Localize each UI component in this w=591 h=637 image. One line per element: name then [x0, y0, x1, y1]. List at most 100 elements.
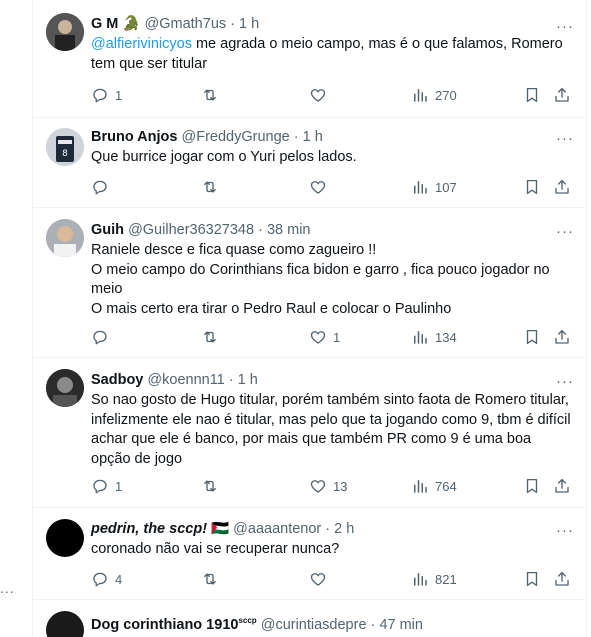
retweet-icon [204, 331, 216, 343]
name-suffix: sccp [238, 616, 257, 625]
view-count: 107 [435, 179, 457, 195]
share-button[interactable] [553, 177, 571, 197]
tweet-actions: 107 [91, 177, 576, 197]
retweet-button[interactable] [201, 85, 225, 105]
display-name[interactable]: Dog corinthiano 1910 [91, 617, 238, 633]
views-chart-icon [414, 331, 427, 344]
reply-icon [93, 572, 107, 587]
bookmark-button[interactable] [523, 177, 541, 197]
bookmark-button[interactable] [523, 569, 541, 589]
share-button[interactable] [553, 569, 571, 589]
svg-text:8: 8 [62, 149, 68, 159]
retweet-icon [204, 480, 216, 492]
retweet-button[interactable] [201, 476, 225, 496]
timestamp[interactable]: 38 min [267, 222, 311, 238]
share-icon [555, 571, 569, 586]
like-button[interactable] [309, 177, 333, 197]
avatar-photo [46, 369, 84, 407]
handle[interactable]: @aaaantenor [233, 521, 321, 537]
timestamp[interactable]: 1 h [238, 372, 258, 388]
more-options-icon[interactable]: ··· [556, 523, 574, 538]
reply-button[interactable] [91, 177, 115, 197]
like-button[interactable]: 1 [309, 327, 340, 347]
like-button[interactable] [309, 569, 333, 589]
tweet[interactable]: Dog corinthiano 1910sccp @curintiasdepre… [33, 600, 586, 637]
tweet-actions: 4 821 [91, 569, 576, 589]
share-button[interactable] [553, 327, 571, 347]
separator-dot: · [230, 16, 236, 32]
retweet-icon [204, 89, 216, 101]
share-button[interactable] [553, 85, 571, 105]
retweet-button[interactable] [201, 327, 225, 347]
display-name[interactable]: Bruno Anjos [91, 129, 177, 145]
like-button[interactable] [309, 85, 333, 105]
display-name[interactable]: Guih [91, 222, 124, 238]
reply-icon [93, 330, 107, 345]
reply-button[interactable] [91, 327, 115, 347]
views-button[interactable]: 270 [411, 85, 457, 105]
views-button[interactable]: 134 [411, 327, 457, 347]
tweet[interactable]: Sadboy @koennn11 · 1 h ··· So nao gosto … [33, 358, 586, 508]
handle[interactable]: @Gmath7us [145, 16, 227, 32]
timestamp[interactable]: 2 h [334, 521, 354, 537]
avatar[interactable]: 8 [46, 128, 84, 166]
timestamp[interactable]: 1 h [239, 16, 259, 32]
heart-icon [310, 573, 326, 586]
palestine-flag-emoji: 🇵🇸 [211, 521, 230, 537]
views-button[interactable]: 107 [411, 177, 457, 197]
reply-button[interactable]: 1 [91, 85, 122, 105]
retweet-button[interactable] [201, 569, 225, 589]
tweet-header: Bruno Anjos @FreddyGrunge · 1 h [91, 128, 323, 146]
share-button[interactable] [553, 476, 571, 496]
handle[interactable]: @koennn11 [147, 372, 224, 388]
separator-dot: · [258, 222, 263, 238]
view-count: 270 [435, 87, 457, 103]
more-options-icon[interactable]: ··· [556, 224, 574, 239]
avatar[interactable] [46, 13, 84, 51]
reply-button[interactable]: 1 [91, 476, 122, 496]
avatar[interactable] [46, 219, 84, 257]
mention-link[interactable]: @alfierivinicyos [91, 36, 192, 52]
bookmark-button[interactable] [523, 85, 541, 105]
views-chart-icon [414, 573, 427, 586]
more-options-icon[interactable]: ··· [556, 131, 574, 146]
share-icon [555, 329, 569, 344]
avatar[interactable] [46, 369, 84, 407]
reply-button[interactable]: 4 [91, 569, 122, 589]
more-options-icon[interactable]: ··· [556, 374, 574, 389]
heart-icon [310, 89, 326, 102]
display-name[interactable]: pedrin, the sccp! [91, 521, 207, 537]
heart-icon [310, 480, 326, 493]
bookmark-button[interactable] [523, 476, 541, 496]
more-options-icon[interactable]: ··· [556, 19, 574, 34]
views-button[interactable]: 821 [411, 569, 457, 589]
timestamp[interactable]: 47 min [379, 617, 423, 633]
handle[interactable]: @Guilher36327348 [128, 222, 254, 238]
bookmark-button[interactable] [523, 327, 541, 347]
bookmark-icon [526, 179, 538, 195]
tweet[interactable]: pedrin, the sccp! 🇵🇸 @aaaantenor · 2 h ·… [33, 508, 586, 600]
heart-icon [310, 181, 326, 194]
display-name[interactable]: Sadboy [91, 372, 143, 388]
tweet-header: G M 🐊 @Gmath7us · 1 h [91, 15, 259, 33]
reply-count: 4 [115, 571, 123, 587]
tweet[interactable]: Guih @Guilher36327348 · 38 min ··· Ranie… [33, 208, 586, 358]
like-button[interactable]: 13 [309, 476, 347, 496]
handle[interactable]: @curintiasdepre [261, 617, 367, 633]
handle[interactable]: @FreddyGrunge [182, 129, 290, 145]
display-name[interactable]: G M [91, 16, 118, 32]
avatar[interactable] [46, 519, 84, 557]
tweet-header: pedrin, the sccp! 🇵🇸 @aaaantenor · 2 h [91, 520, 354, 538]
avatar-photo [46, 13, 84, 51]
avatar[interactable] [46, 611, 84, 637]
retweet-button[interactable] [201, 177, 225, 197]
tweet[interactable]: G M 🐊 @Gmath7us · 1 h ··· @alfierivinicy… [33, 0, 586, 118]
tweet[interactable]: 8 Bruno Anjos @FreddyGrunge · 1 h ··· Qu… [33, 118, 586, 208]
share-icon [555, 478, 569, 493]
heart-icon [310, 331, 326, 344]
crocodile-emoji: 🐊 [122, 16, 141, 32]
share-icon [555, 87, 569, 102]
timestamp[interactable]: 1 h [303, 129, 323, 145]
views-button[interactable]: 764 [411, 476, 457, 496]
tweet-header: Sadboy @koennn11 · 1 h [91, 371, 258, 389]
